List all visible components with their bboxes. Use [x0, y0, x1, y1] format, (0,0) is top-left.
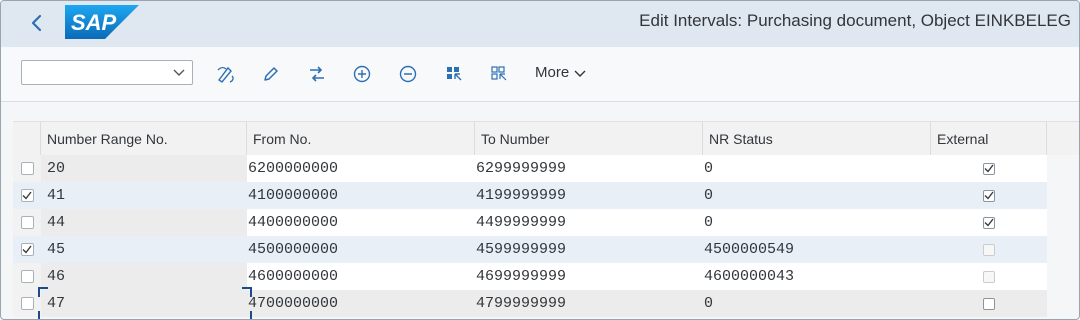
- table-row[interactable]: 47 4700000000 4799999999 0: [13, 290, 1079, 317]
- toolbar: More: [1, 47, 1079, 102]
- to-number-cell[interactable]: 4199999999: [475, 182, 703, 209]
- shell-bar: SAP Edit Intervals: Purchasing document,…: [1, 1, 1079, 48]
- row-select-checkbox[interactable]: [20, 270, 34, 283]
- to-number-cell[interactable]: 4799999999: [475, 290, 703, 317]
- external-cell: [931, 263, 1047, 290]
- row-selector[interactable]: [13, 182, 41, 209]
- row-select-checkbox[interactable]: [20, 216, 34, 229]
- nr-status-cell: 0: [703, 182, 931, 209]
- to-number-cell[interactable]: 6299999999: [475, 155, 703, 182]
- select-all-icon: [447, 67, 462, 81]
- table-row[interactable]: 20 6200000000 6299999999 0: [13, 155, 1079, 182]
- nr-cell[interactable]: 41: [41, 182, 247, 209]
- remove-icon: [399, 65, 417, 83]
- from-no-cell[interactable]: 4700000000: [247, 290, 475, 317]
- svg-text:SAP: SAP: [71, 10, 117, 35]
- column-header-to-number[interactable]: To Number: [475, 122, 703, 156]
- nr-cell[interactable]: 45: [41, 236, 247, 263]
- display-change-button[interactable]: [214, 62, 238, 86]
- from-no-cell[interactable]: 6200000000: [247, 155, 475, 182]
- more-button[interactable]: More: [535, 64, 587, 81]
- edit-icon: [264, 67, 278, 81]
- focus-bracket: [38, 311, 48, 319]
- column-header-spacer: [1047, 122, 1079, 156]
- add-icon: [353, 65, 371, 83]
- row-selector[interactable]: [13, 236, 41, 263]
- external-cell: [931, 155, 1047, 182]
- add-interval-button[interactable]: [350, 62, 374, 86]
- page-title: Edit Intervals: Purchasing document, Obj…: [639, 11, 1071, 30]
- from-no-cell[interactable]: 4100000000: [247, 182, 475, 209]
- row-select-checkbox[interactable]: [20, 297, 34, 310]
- row-selector[interactable]: [13, 290, 41, 317]
- row-select-checkbox[interactable]: [20, 162, 34, 175]
- external-checkbox[interactable]: [983, 297, 995, 310]
- nr-cell[interactable]: 46: [41, 263, 247, 290]
- nr-cell[interactable]: 44: [41, 209, 247, 236]
- external-checkbox[interactable]: [983, 216, 995, 229]
- deselect-all-button[interactable]: [487, 62, 511, 86]
- back-button[interactable]: [23, 9, 51, 37]
- sap-logo: SAP: [65, 5, 139, 39]
- external-checkbox[interactable]: [983, 189, 995, 202]
- external-cell: [931, 236, 1047, 263]
- delete-interval-button[interactable]: [396, 62, 420, 86]
- row-selector[interactable]: [13, 263, 41, 290]
- focus-bracket: [242, 311, 252, 319]
- nr-status-cell: 0: [703, 209, 931, 236]
- column-header-number-range[interactable]: Number Range No.: [41, 122, 247, 156]
- external-checkbox: [983, 270, 995, 283]
- variant-dropdown[interactable]: [21, 60, 193, 85]
- row-spacer: [1047, 182, 1079, 209]
- row-selector[interactable]: [13, 209, 41, 236]
- select-column-header: [13, 122, 41, 156]
- column-header-nr-status[interactable]: NR Status: [703, 122, 931, 156]
- nr-status-cell: 0: [703, 290, 931, 317]
- to-number-cell[interactable]: 4599999999: [475, 236, 703, 263]
- from-no-cell[interactable]: 4500000000: [247, 236, 475, 263]
- row-spacer: [1047, 290, 1079, 317]
- from-no-cell[interactable]: 4400000000: [247, 209, 475, 236]
- chevron-down-icon: [574, 70, 586, 77]
- from-no-cell[interactable]: 4600000000: [247, 263, 475, 290]
- deselect-all-icon: [491, 66, 507, 81]
- table-row[interactable]: 46 4600000000 4699999999 4600000043: [13, 263, 1079, 290]
- transport-icon: [310, 66, 324, 82]
- column-header-from-no[interactable]: From No.: [247, 122, 475, 156]
- column-header-external[interactable]: External: [931, 122, 1047, 156]
- chevron-down-icon: [173, 69, 185, 76]
- row-spacer: [1047, 263, 1079, 290]
- chevron-left-icon: [31, 14, 42, 32]
- external-cell: [931, 182, 1047, 209]
- select-all-button[interactable]: [442, 62, 466, 86]
- external-checkbox: [983, 243, 995, 256]
- nr-cell[interactable]: 47: [41, 290, 247, 317]
- to-number-cell[interactable]: 4699999999: [475, 263, 703, 290]
- row-select-checkbox[interactable]: [20, 243, 34, 256]
- nr-status-cell: 4600000043: [703, 263, 931, 290]
- focus-bracket: [242, 287, 252, 297]
- nr-cell[interactable]: 20: [41, 155, 247, 182]
- nr-status-cell: 4500000549: [703, 236, 931, 263]
- table-header: Number Range No. From No. To Number NR S…: [13, 121, 1079, 157]
- transport-button[interactable]: [305, 62, 329, 86]
- row-spacer: [1047, 155, 1079, 182]
- table-row[interactable]: 44 4400000000 4499999999 0: [13, 209, 1079, 236]
- change-icon: [217, 66, 234, 83]
- to-number-cell[interactable]: 4499999999: [475, 209, 703, 236]
- external-cell: [931, 290, 1047, 317]
- table-row[interactable]: 41 4100000000 4199999999 0: [13, 182, 1079, 209]
- more-label: More: [535, 64, 570, 81]
- row-selector[interactable]: [13, 155, 41, 182]
- external-checkbox[interactable]: [983, 162, 995, 175]
- table-row[interactable]: 45 4500000000 4599999999 4500000549: [13, 236, 1079, 263]
- focus-bracket: [38, 287, 48, 297]
- app-window: SAP Edit Intervals: Purchasing document,…: [0, 0, 1080, 320]
- row-spacer: [1047, 209, 1079, 236]
- nr-status-cell: 0: [703, 155, 931, 182]
- edit-button[interactable]: [259, 62, 283, 86]
- external-cell: [931, 209, 1047, 236]
- row-select-checkbox[interactable]: [20, 189, 34, 202]
- row-spacer: [1047, 236, 1079, 263]
